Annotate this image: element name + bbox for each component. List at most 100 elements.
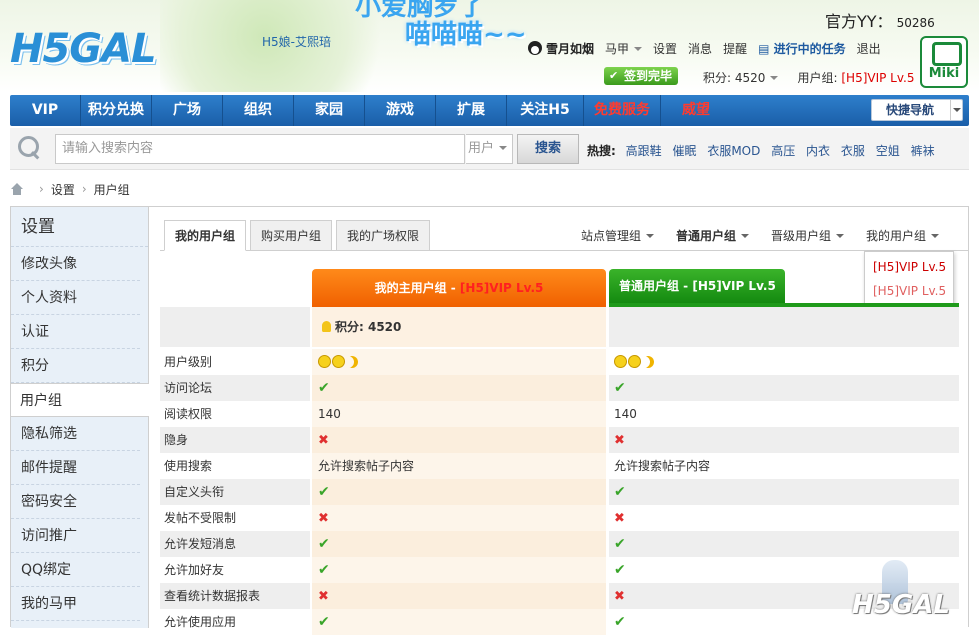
notifications-link[interactable]: 提醒 <box>723 40 747 57</box>
sidebar-item-usergroup[interactable]: 用户组 <box>11 383 149 417</box>
group-nav-mine[interactable]: 我的用户组 <box>866 227 940 244</box>
table-row: 发帖不受限制 ✖ ✖ <box>160 505 969 531</box>
user-link[interactable]: 雪月如烟 <box>528 40 594 57</box>
nav-item-follow-h5[interactable]: 关注H5 <box>507 95 583 126</box>
sidebar-item-password[interactable]: 密码安全 <box>11 485 140 519</box>
table-row: 用户级别 <box>160 349 969 375</box>
nav-item-points-exchange[interactable]: 积分兑换 <box>81 95 151 126</box>
sidebar-item-profile[interactable]: 个人资料 <box>11 281 140 315</box>
search-bar: 请输入搜索内容 用户 搜索 热搜: 高跟鞋 催眠 衣服MOD 高压 内衣 衣服 … <box>10 128 969 170</box>
nav-item-groups[interactable]: 组织 <box>223 95 293 126</box>
username: 雪月如烟 <box>546 41 595 56</box>
nav-item-games[interactable]: 游戏 <box>365 95 435 126</box>
table-row: 允许使用应用 ✔ ✔ <box>160 609 969 635</box>
sidebar-item-vest[interactable]: 我的马甲 <box>11 587 140 621</box>
slogan: 喵喵喵~~ <box>405 20 527 50</box>
sidebar-item-privacy[interactable]: 隐私筛选 <box>11 417 140 451</box>
search-button[interactable]: 搜索 <box>517 134 579 164</box>
watermark: H5GAL <box>852 560 972 622</box>
nav-item-free-service[interactable]: 免费服务 <box>584 95 660 126</box>
check-icon: ✔ <box>614 380 626 396</box>
hot-term[interactable]: 催眠 <box>672 144 696 158</box>
check-icon: ✔ <box>318 536 330 552</box>
hot-term[interactable]: 裤袜 <box>911 144 935 158</box>
search-type-label: 用户 <box>468 141 495 156</box>
check-icon: ✔ <box>614 484 626 500</box>
sidebar-item-verify[interactable]: 认证 <box>11 315 140 349</box>
task-link[interactable]: ▤ 进行中的任务 <box>758 40 846 57</box>
vest-menu[interactable]: 马甲 <box>605 40 643 57</box>
row-main-value: ✔ <box>312 531 606 557</box>
hot-search: 热搜: 高跟鞋 催眠 衣服MOD 高压 内衣 衣服 空姐 裤袜 <box>587 142 942 159</box>
chevron-right-icon: › <box>39 182 44 196</box>
vest-label: 马甲 <box>605 41 630 56</box>
row-main-value: 允许搜索帖子内容 <box>312 453 606 479</box>
row-main-value: ✖ <box>312 427 606 453</box>
tab-bar: 我的用户组 购买用户组 我的广场权限 <box>164 220 434 251</box>
hot-term[interactable]: 衣服 <box>841 144 865 158</box>
hot-term[interactable]: 高压 <box>771 144 795 158</box>
table-row: 允许发短消息 ✔ ✔ <box>160 531 969 557</box>
hot-term[interactable]: 内衣 <box>806 144 830 158</box>
chevron-down-icon <box>770 76 779 80</box>
table-row: 查看统计数据报表 ✖ ✖ <box>160 583 969 609</box>
group-nav-promotion[interactable]: 晋级用户组 <box>771 227 845 244</box>
tab-plaza-permissions[interactable]: 我的广场权限 <box>336 220 431 251</box>
usergroup-value[interactable]: [H5]VIP Lv.5 <box>841 71 914 85</box>
cross-icon: ✖ <box>614 511 625 526</box>
breadcrumb-settings[interactable]: 设置 <box>51 181 75 198</box>
row-main-value: ✔ <box>312 609 606 635</box>
user-bar: 雪月如烟 马甲 设置 消息 提醒 ▤ 进行中的任务 退出 <box>528 40 892 56</box>
row-normal-value: ✖ <box>609 505 959 531</box>
hot-term[interactable]: 空姐 <box>876 144 900 158</box>
search-type-select[interactable]: 用户 <box>466 134 513 164</box>
yy-label: 官方YY： <box>825 12 893 31</box>
permissions-table: 用户级别 访问论坛 ✔ ✔ 阅读权限 140 140 隐身 ✖ ✖ 使用搜索 允许搜索帖子内容 允许搜索… <box>160 349 969 635</box>
hot-term[interactable]: 衣服MOD <box>707 144 760 158</box>
cross-icon: ✖ <box>614 589 625 604</box>
row-main-value: ✔ <box>312 479 606 505</box>
chevron-down-icon <box>634 46 643 51</box>
sidebar-item-email[interactable]: 邮件提醒 <box>11 451 140 485</box>
tab-buy-usergroup[interactable]: 购买用户组 <box>250 220 333 251</box>
tab-my-usergroup[interactable]: 我的用户组 <box>164 220 247 251</box>
smiley-icon <box>318 355 331 368</box>
sign-in-button[interactable]: 签到完毕 <box>604 67 679 85</box>
score-row-main: 积分: 4520 <box>312 307 606 347</box>
sidebar-item-qq[interactable]: QQ绑定 <box>11 553 140 587</box>
main-usergroup-vip: [H5]VIP Lv.5 <box>459 281 544 295</box>
group-nav: 站点管理组 普通用户组 晋级用户组 我的用户组 <box>581 227 961 244</box>
score-menu[interactable]: 积分: 4520 <box>703 71 779 85</box>
table-row: 使用搜索 允许搜索帖子内容 允许搜索帖子内容 <box>160 453 969 479</box>
messages-link[interactable]: 消息 <box>688 40 712 57</box>
nav-item-prestige[interactable]: 威望 <box>661 95 731 126</box>
yy-number: 50286 <box>896 16 935 30</box>
quick-nav-button[interactable]: 快捷导航 <box>871 99 963 121</box>
check-icon: ✔ <box>318 484 330 500</box>
normal-usergroup-header[interactable]: 普通用户组 - [H5]VIP Lv.5 <box>609 269 785 303</box>
nav-item-plaza[interactable]: 广场 <box>152 95 222 126</box>
dropdown-item[interactable]: [H5]VIP Lv.5 <box>873 260 953 284</box>
home-icon[interactable] <box>10 183 24 195</box>
row-main-value: ✖ <box>312 583 606 609</box>
hot-term[interactable]: 高跟鞋 <box>626 144 662 158</box>
group-nav-admin[interactable]: 站点管理组 <box>581 227 655 244</box>
hot-search-label: 热搜: <box>587 144 616 158</box>
breadcrumb-usergroup[interactable]: 用户组 <box>94 181 130 198</box>
group-nav-normal[interactable]: 普通用户组 <box>676 227 750 244</box>
settings-link[interactable]: 设置 <box>653 40 677 57</box>
site-logo[interactable]: H5GAL <box>10 26 157 72</box>
search-input[interactable]: 请输入搜索内容 <box>55 134 465 164</box>
nav-item-home[interactable]: 家园 <box>294 95 364 126</box>
row-normal-value: 140 <box>614 407 637 421</box>
sidebar-item-avatar[interactable]: 修改头像 <box>11 247 140 281</box>
row-label: 查看统计数据报表 <box>160 583 310 609</box>
check-icon: ✔ <box>318 380 330 396</box>
cross-icon: ✖ <box>318 511 329 526</box>
sidebar-item-points[interactable]: 积分 <box>11 349 140 383</box>
nav-item-vip[interactable]: VIP <box>10 95 80 126</box>
nav-item-extensions[interactable]: 扩展 <box>436 95 506 126</box>
miki-badge[interactable]: Miki <box>920 36 968 88</box>
sidebar-item-promotion[interactable]: 访问推广 <box>11 519 140 553</box>
logout-link[interactable]: 退出 <box>857 40 881 57</box>
